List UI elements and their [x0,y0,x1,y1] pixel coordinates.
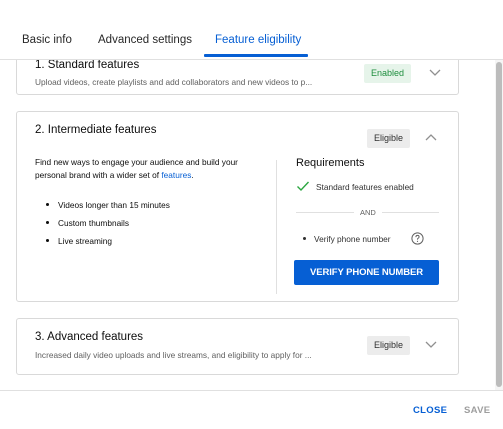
help-circle-icon[interactable] [411,232,424,245]
tab-advanced-settings[interactable]: Advanced settings [98,34,192,46]
standard-features-title: 1. Standard features [35,60,140,71]
scrollbar-thumb[interactable] [496,62,502,387]
requirement-standard-enabled: Standard features enabled [316,182,414,192]
requirement-verify-phone: Verify phone number [302,234,391,244]
eligible-badge: Eligible [367,129,411,148]
tab-bar: Basic info Advanced settings Feature eli… [0,0,503,60]
feature-list: Videos longer than 15 minutes Custom thu… [45,200,170,254]
intermediate-features-title: 2. Intermediate features [35,124,157,136]
and-divider-left [296,212,354,213]
enabled-badge: Enabled [364,64,412,83]
list-item: Videos longer than 15 minutes [45,200,170,218]
active-tab-indicator [204,54,308,57]
advanced-features-description: Increased daily video uploads and live s… [35,350,312,360]
intermediate-features-description: Find new ways to engage your audience an… [35,156,257,182]
advanced-features-title: 3. Advanced features [35,331,144,343]
verify-phone-number-button[interactable]: VERIFY PHONE NUMBER [294,260,439,285]
advanced-features-card[interactable]: 3. Advanced features Increased daily vid… [16,318,459,375]
requirements-title: Requirements [296,157,365,169]
standard-features-card[interactable]: 1. Standard features Upload videos, crea… [16,60,459,95]
dialog-footer: CLOSE SAVE [0,390,503,429]
list-item: Live streaming [45,236,170,254]
tab-basic-info[interactable]: Basic info [22,34,72,46]
check-icon [297,181,310,192]
description-text: Find new ways to engage your audience an… [35,157,238,180]
description-period: . [191,170,194,180]
save-button[interactable]: SAVE [464,405,490,416]
chevron-down-icon[interactable] [426,63,444,81]
tab-feature-eligibility[interactable]: Feature eligibility [215,34,301,46]
close-button[interactable]: CLOSE [413,405,447,416]
features-link[interactable]: features [161,170,191,180]
eligible-badge: Eligible [367,336,411,355]
column-divider [276,160,277,294]
list-item: Custom thumbnails [45,218,170,236]
and-divider-right [382,212,439,213]
standard-features-description: Upload videos, create playlists and add … [35,77,313,87]
feature-eligibility-panel: 1. Standard features Upload videos, crea… [0,60,495,390]
scrollbar[interactable] [495,60,503,390]
intermediate-features-card: 2. Intermediate features Eligible Find n… [16,111,459,302]
bullet-dot [303,237,306,240]
and-label: AND [360,208,376,217]
chevron-down-icon[interactable] [422,335,440,353]
chevron-up-icon[interactable] [422,129,440,147]
requirement-verify-phone-label: Verify phone number [314,234,391,244]
